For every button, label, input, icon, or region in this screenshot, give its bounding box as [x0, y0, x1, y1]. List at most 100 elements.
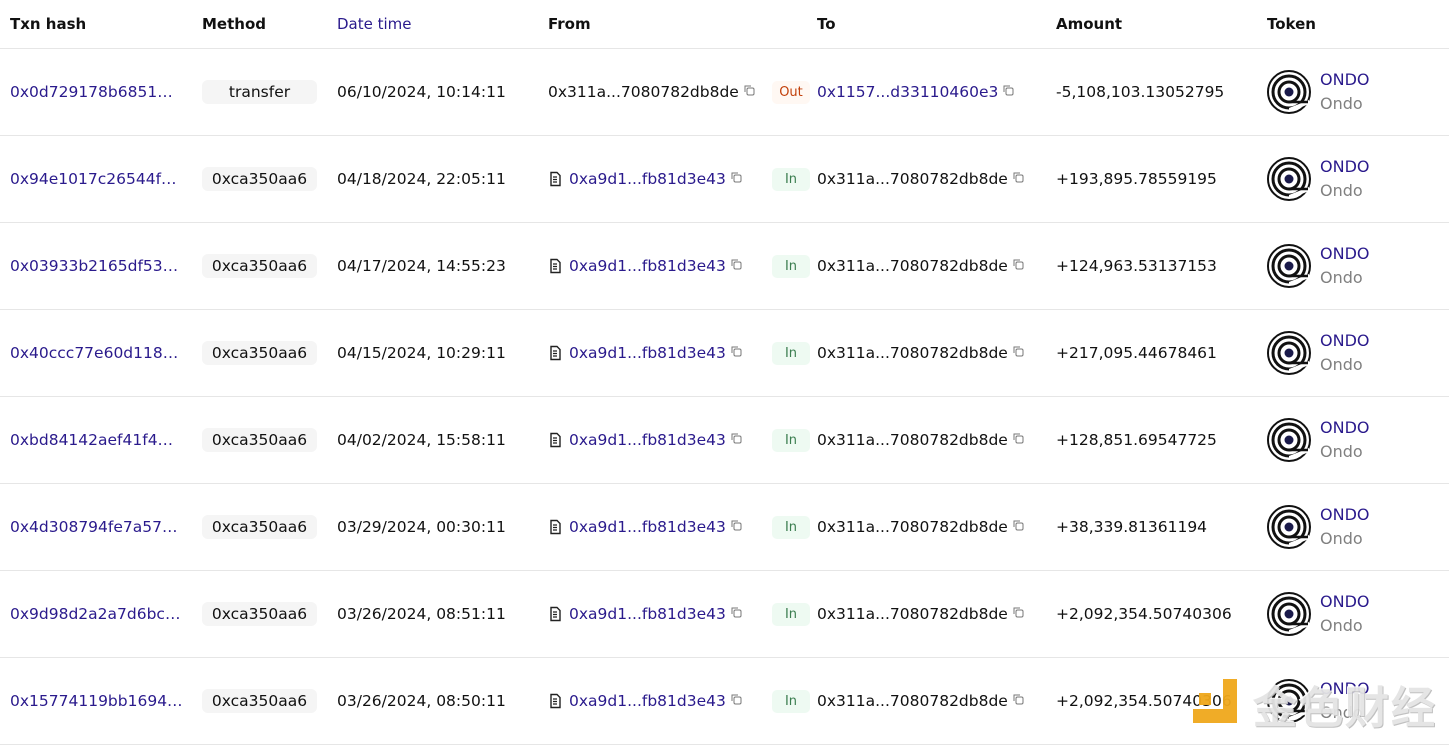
from-address[interactable]: 0xa9d1...fb81d3e43 — [569, 605, 726, 623]
table-header: Txn hash Method Date time From To Amount… — [0, 0, 1449, 49]
token-name: Ondo — [1320, 355, 1363, 374]
watermark-text: 金色财经 — [1253, 683, 1437, 734]
method-badge: 0xca350aa6 — [202, 602, 317, 626]
ondo-token-icon — [1267, 592, 1311, 636]
to-address[interactable]: 0x311a...7080782db8de — [817, 344, 1008, 362]
date-time: 04/17/2024, 14:55:23 — [337, 257, 506, 275]
to-address[interactable]: 0x311a...7080782db8de — [817, 605, 1008, 623]
copy-icon[interactable] — [1003, 85, 1014, 96]
ondo-token-icon — [1267, 70, 1311, 114]
to-address[interactable]: 0x1157...d33110460e3 — [817, 83, 998, 101]
table-row: 0x40ccc77e60d118… 0xca350aa6 04/15/2024,… — [0, 310, 1449, 397]
transactions-table: Txn hash Method Date time From To Amount… — [0, 0, 1449, 745]
from-address[interactable]: 0xa9d1...fb81d3e43 — [569, 518, 726, 536]
direction-badge: In — [772, 341, 810, 365]
table-row: 0x4d308794fe7a57… 0xca350aa6 03/29/2024,… — [0, 484, 1449, 571]
from-address[interactable]: 0xa9d1...fb81d3e43 — [569, 692, 726, 710]
direction-badge: In — [772, 602, 810, 626]
method-badge: 0xca350aa6 — [202, 515, 317, 539]
amount-value: +217,095.44678461 — [1056, 344, 1217, 362]
copy-icon[interactable] — [731, 172, 742, 183]
copy-icon[interactable] — [1013, 520, 1024, 531]
copy-icon[interactable] — [731, 433, 742, 444]
copy-icon[interactable] — [1013, 172, 1024, 183]
date-time: 03/29/2024, 00:30:11 — [337, 518, 506, 536]
ondo-token-icon — [1267, 331, 1311, 375]
col-header-to: To — [817, 15, 836, 33]
contract-icon — [548, 345, 562, 361]
copy-icon[interactable] — [731, 607, 742, 618]
method-badge: 0xca350aa6 — [202, 341, 317, 365]
table-row: 0xbd84142aef41f4… 0xca350aa6 04/02/2024,… — [0, 397, 1449, 484]
copy-icon[interactable] — [1013, 433, 1024, 444]
amount-value: +193,895.78559195 — [1056, 170, 1217, 188]
table-row: 0x03933b2165df53… 0xca350aa6 04/17/2024,… — [0, 223, 1449, 310]
copy-icon[interactable] — [731, 259, 742, 270]
to-address[interactable]: 0x311a...7080782db8de — [817, 431, 1008, 449]
date-time: 04/02/2024, 15:58:11 — [337, 431, 506, 449]
txn-hash-link[interactable]: 0xbd84142aef41f4… — [10, 431, 173, 449]
to-address[interactable]: 0x311a...7080782db8de — [817, 170, 1008, 188]
table-row: 0x0d729178b6851… transfer 06/10/2024, 10… — [0, 49, 1449, 136]
watermark-logo-icon — [1193, 679, 1243, 729]
copy-icon[interactable] — [731, 520, 742, 531]
method-badge: 0xca350aa6 — [202, 428, 317, 452]
token-symbol-link[interactable]: ONDO — [1320, 503, 1369, 527]
token-symbol-link[interactable]: ONDO — [1320, 242, 1369, 266]
txn-hash-link[interactable]: 0x4d308794fe7a57… — [10, 518, 177, 536]
to-address[interactable]: 0x311a...7080782db8de — [817, 257, 1008, 275]
direction-badge: In — [772, 515, 810, 539]
table-row: 0x9d98d2a2a7d6bc… 0xca350aa6 03/26/2024,… — [0, 571, 1449, 658]
ondo-token-icon — [1267, 157, 1311, 201]
copy-icon[interactable] — [1013, 259, 1024, 270]
direction-badge: In — [772, 428, 810, 452]
to-address[interactable]: 0x311a...7080782db8de — [817, 692, 1008, 710]
from-address[interactable]: 0xa9d1...fb81d3e43 — [569, 170, 726, 188]
method-badge: 0xca350aa6 — [202, 689, 317, 713]
col-header-token: Token — [1267, 15, 1316, 33]
copy-icon[interactable] — [731, 346, 742, 357]
from-address[interactable]: 0xa9d1...fb81d3e43 — [569, 257, 726, 275]
copy-icon[interactable] — [1013, 694, 1024, 705]
table-body: 0x0d729178b6851… transfer 06/10/2024, 10… — [0, 49, 1449, 745]
token-name: Ondo — [1320, 529, 1363, 548]
method-badge: transfer — [202, 80, 317, 104]
copy-icon[interactable] — [731, 694, 742, 705]
method-badge: 0xca350aa6 — [202, 254, 317, 278]
direction-badge: Out — [772, 80, 810, 104]
from-address[interactable]: 0xa9d1...fb81d3e43 — [569, 431, 726, 449]
ondo-token-icon — [1267, 418, 1311, 462]
from-address[interactable]: 0xa9d1...fb81d3e43 — [569, 344, 726, 362]
copy-icon[interactable] — [1013, 346, 1024, 357]
col-header-date-time[interactable]: Date time — [337, 0, 412, 48]
token-name: Ondo — [1320, 268, 1363, 287]
token-name: Ondo — [1320, 94, 1363, 113]
watermark: 金色财经 — [1193, 672, 1437, 736]
to-address[interactable]: 0x311a...7080782db8de — [817, 518, 1008, 536]
ondo-token-icon — [1267, 244, 1311, 288]
amount-value: +124,963.53137153 — [1056, 257, 1217, 275]
from-address[interactable]: 0x311a...7080782db8de — [548, 83, 739, 101]
txn-hash-link[interactable]: 0x9d98d2a2a7d6bc… — [10, 605, 180, 623]
date-time: 04/18/2024, 22:05:11 — [337, 170, 506, 188]
col-header-amount: Amount — [1056, 15, 1123, 33]
txn-hash-link[interactable]: 0x03933b2165df53… — [10, 257, 178, 275]
copy-icon[interactable] — [744, 85, 755, 96]
token-symbol-link[interactable]: ONDO — [1320, 590, 1369, 614]
txn-hash-link[interactable]: 0x94e1017c26544f… — [10, 170, 177, 188]
txn-hash-link[interactable]: 0x0d729178b6851… — [10, 83, 173, 101]
txn-hash-link[interactable]: 0x15774119bb1694… — [10, 692, 183, 710]
contract-icon — [548, 432, 562, 448]
token-symbol-link[interactable]: ONDO — [1320, 68, 1369, 92]
token-symbol-link[interactable]: ONDO — [1320, 416, 1369, 440]
token-symbol-link[interactable]: ONDO — [1320, 155, 1369, 179]
col-header-txn-hash: Txn hash — [10, 15, 87, 33]
txn-hash-link[interactable]: 0x40ccc77e60d118… — [10, 344, 178, 362]
copy-icon[interactable] — [1013, 607, 1024, 618]
contract-icon — [548, 258, 562, 274]
col-header-method: Method — [202, 15, 266, 33]
method-badge: 0xca350aa6 — [202, 167, 317, 191]
contract-icon — [548, 693, 562, 709]
token-symbol-link[interactable]: ONDO — [1320, 329, 1369, 353]
amount-value: +38,339.81361194 — [1056, 518, 1208, 536]
